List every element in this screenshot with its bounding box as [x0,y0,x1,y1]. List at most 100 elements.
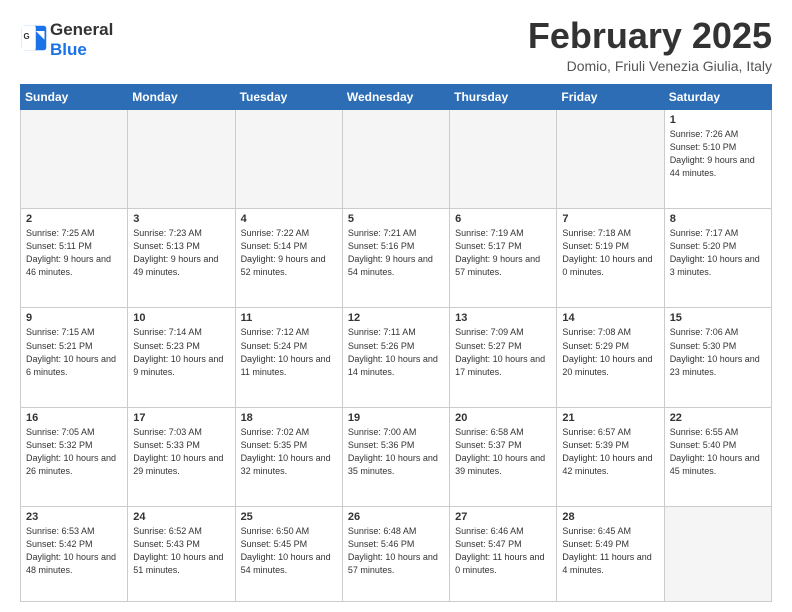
day-info: Sunrise: 7:23 AM Sunset: 5:13 PM Dayligh… [133,227,229,279]
day-info: Sunrise: 7:08 AM Sunset: 5:29 PM Dayligh… [562,326,658,378]
calendar-week-row: 1 Sunrise: 7:26 AM Sunset: 5:10 PM Daylig… [21,109,772,208]
calendar-day-cell: 20 Sunrise: 6:58 AM Sunset: 5:37 PM Dayli… [450,407,557,506]
location-subtitle: Domio, Friuli Venezia Giulia, Italy [528,58,772,74]
calendar-day-cell: 3 Sunrise: 7:23 AM Sunset: 5:13 PM Daylig… [128,209,235,308]
calendar-table: SundayMondayTuesdayWednesdayThursdayFrid… [20,84,772,602]
calendar-day-cell: 21 Sunrise: 6:57 AM Sunset: 5:39 PM Dayli… [557,407,664,506]
logo-icon: G [20,24,48,52]
day-info: Sunrise: 7:12 AM Sunset: 5:24 PM Dayligh… [241,326,337,378]
calendar-day-cell [450,109,557,208]
logo: G General Blue [20,20,113,59]
day-info: Sunrise: 6:45 AM Sunset: 5:49 PM Dayligh… [562,525,658,577]
calendar-day-cell: 22 Sunrise: 6:55 AM Sunset: 5:40 PM Dayli… [664,407,771,506]
day-number: 5 [348,213,444,225]
header: G General Blue February 2025 Domio, Friu… [20,16,772,74]
day-number: 18 [241,412,337,424]
calendar-day-cell: 13 Sunrise: 7:09 AM Sunset: 5:27 PM Dayli… [450,308,557,407]
day-info: Sunrise: 6:55 AM Sunset: 5:40 PM Dayligh… [670,426,766,478]
weekday-header-saturday: Saturday [664,84,771,109]
calendar-day-cell: 11Sunrise: 7:12 AM Sunset: 5:24 PM Dayli… [235,308,342,407]
day-number: 6 [455,213,551,225]
calendar-week-row: 2Sunrise: 7:25 AM Sunset: 5:11 PM Daylig… [21,209,772,308]
day-info: Sunrise: 7:11 AM Sunset: 5:26 PM Dayligh… [348,326,444,378]
day-number: 12 [348,312,444,324]
day-info: Sunrise: 7:22 AM Sunset: 5:14 PM Dayligh… [241,227,337,279]
day-number: 9 [26,312,122,324]
day-info: Sunrise: 6:53 AM Sunset: 5:42 PM Dayligh… [26,525,122,577]
calendar-day-cell [21,109,128,208]
day-info: Sunrise: 6:58 AM Sunset: 5:37 PM Dayligh… [455,426,551,478]
calendar-week-row: 23 Sunrise: 6:53 AM Sunset: 5:42 PM Dayli… [21,507,772,602]
calendar-day-cell: 2Sunrise: 7:25 AM Sunset: 5:11 PM Daylig… [21,209,128,308]
day-info: Sunrise: 7:17 AM Sunset: 5:20 PM Dayligh… [670,227,766,279]
day-info: Sunrise: 6:50 AM Sunset: 5:45 PM Dayligh… [241,525,337,577]
day-info: Sunrise: 7:06 AM Sunset: 5:30 PM Dayligh… [670,326,766,378]
day-info: Sunrise: 6:46 AM Sunset: 5:47 PM Dayligh… [455,525,551,577]
calendar-day-cell: 15 Sunrise: 7:06 AM Sunset: 5:30 PM Dayli… [664,308,771,407]
calendar-day-cell: 14 Sunrise: 7:08 AM Sunset: 5:29 PM Dayli… [557,308,664,407]
calendar-week-row: 9 Sunrise: 7:15 AM Sunset: 5:21 PM Daylig… [21,308,772,407]
day-number: 3 [133,213,229,225]
calendar-day-cell [557,109,664,208]
day-info: Sunrise: 7:14 AM Sunset: 5:23 PM Dayligh… [133,326,229,378]
calendar-day-cell [664,507,771,602]
day-number: 1 [670,114,766,126]
day-info: Sunrise: 7:21 AM Sunset: 5:16 PM Dayligh… [348,227,444,279]
day-number: 14 [562,312,658,324]
calendar-day-cell: 23 Sunrise: 6:53 AM Sunset: 5:42 PM Dayli… [21,507,128,602]
day-info: Sunrise: 7:02 AM Sunset: 5:35 PM Dayligh… [241,426,337,478]
calendar-day-cell: 12 Sunrise: 7:11 AM Sunset: 5:26 PM Dayli… [342,308,449,407]
day-number: 23 [26,511,122,523]
day-number: 13 [455,312,551,324]
day-info: Sunrise: 7:19 AM Sunset: 5:17 PM Dayligh… [455,227,551,279]
weekday-header-wednesday: Wednesday [342,84,449,109]
calendar-day-cell: 17 Sunrise: 7:03 AM Sunset: 5:33 PM Dayli… [128,407,235,506]
calendar-day-cell: 27 Sunrise: 6:46 AM Sunset: 5:47 PM Dayli… [450,507,557,602]
day-number: 2 [26,213,122,225]
calendar-day-cell: 26 Sunrise: 6:48 AM Sunset: 5:46 PM Dayli… [342,507,449,602]
page: G General Blue February 2025 Domio, Friu… [0,0,792,612]
weekday-header-thursday: Thursday [450,84,557,109]
calendar-day-cell: 8 Sunrise: 7:17 AM Sunset: 5:20 PM Daylig… [664,209,771,308]
weekday-header-monday: Monday [128,84,235,109]
calendar-day-cell: 10 Sunrise: 7:14 AM Sunset: 5:23 PM Dayli… [128,308,235,407]
weekday-header-tuesday: Tuesday [235,84,342,109]
month-title: February 2025 [528,16,772,56]
day-info: Sunrise: 6:48 AM Sunset: 5:46 PM Dayligh… [348,525,444,577]
day-number: 19 [348,412,444,424]
day-number: 27 [455,511,551,523]
calendar-day-cell: 18 Sunrise: 7:02 AM Sunset: 5:35 PM Dayli… [235,407,342,506]
day-info: Sunrise: 7:00 AM Sunset: 5:36 PM Dayligh… [348,426,444,478]
day-number: 20 [455,412,551,424]
day-number: 7 [562,213,658,225]
day-info: Sunrise: 7:03 AM Sunset: 5:33 PM Dayligh… [133,426,229,478]
weekday-header-sunday: Sunday [21,84,128,109]
day-number: 10 [133,312,229,324]
day-number: 24 [133,511,229,523]
day-info: Sunrise: 7:09 AM Sunset: 5:27 PM Dayligh… [455,326,551,378]
logo-line1: General [50,20,113,40]
svg-text:G: G [24,31,30,40]
day-number: 22 [670,412,766,424]
weekday-header-row: SundayMondayTuesdayWednesdayThursdayFrid… [21,84,772,109]
day-info: Sunrise: 7:05 AM Sunset: 5:32 PM Dayligh… [26,426,122,478]
day-number: 21 [562,412,658,424]
day-number: 4 [241,213,337,225]
day-info: Sunrise: 6:57 AM Sunset: 5:39 PM Dayligh… [562,426,658,478]
day-info: Sunrise: 7:15 AM Sunset: 5:21 PM Dayligh… [26,326,122,378]
calendar-day-cell: 7Sunrise: 7:18 AM Sunset: 5:19 PM Daylig… [557,209,664,308]
calendar-day-cell: 16Sunrise: 7:05 AM Sunset: 5:32 PM Dayli… [21,407,128,506]
calendar-day-cell: 28Sunrise: 6:45 AM Sunset: 5:49 PM Dayli… [557,507,664,602]
title-area: February 2025 Domio, Friuli Venezia Giul… [528,16,772,74]
day-info: Sunrise: 7:26 AM Sunset: 5:10 PM Dayligh… [670,128,766,180]
day-number: 15 [670,312,766,324]
calendar-day-cell [342,109,449,208]
calendar-week-row: 16Sunrise: 7:05 AM Sunset: 5:32 PM Dayli… [21,407,772,506]
day-number: 17 [133,412,229,424]
logo-line2: Blue [50,40,113,60]
day-number: 8 [670,213,766,225]
calendar-day-cell: 19 Sunrise: 7:00 AM Sunset: 5:36 PM Dayli… [342,407,449,506]
calendar-day-cell: 9 Sunrise: 7:15 AM Sunset: 5:21 PM Daylig… [21,308,128,407]
day-number: 26 [348,511,444,523]
calendar-day-cell: 24Sunrise: 6:52 AM Sunset: 5:43 PM Dayli… [128,507,235,602]
